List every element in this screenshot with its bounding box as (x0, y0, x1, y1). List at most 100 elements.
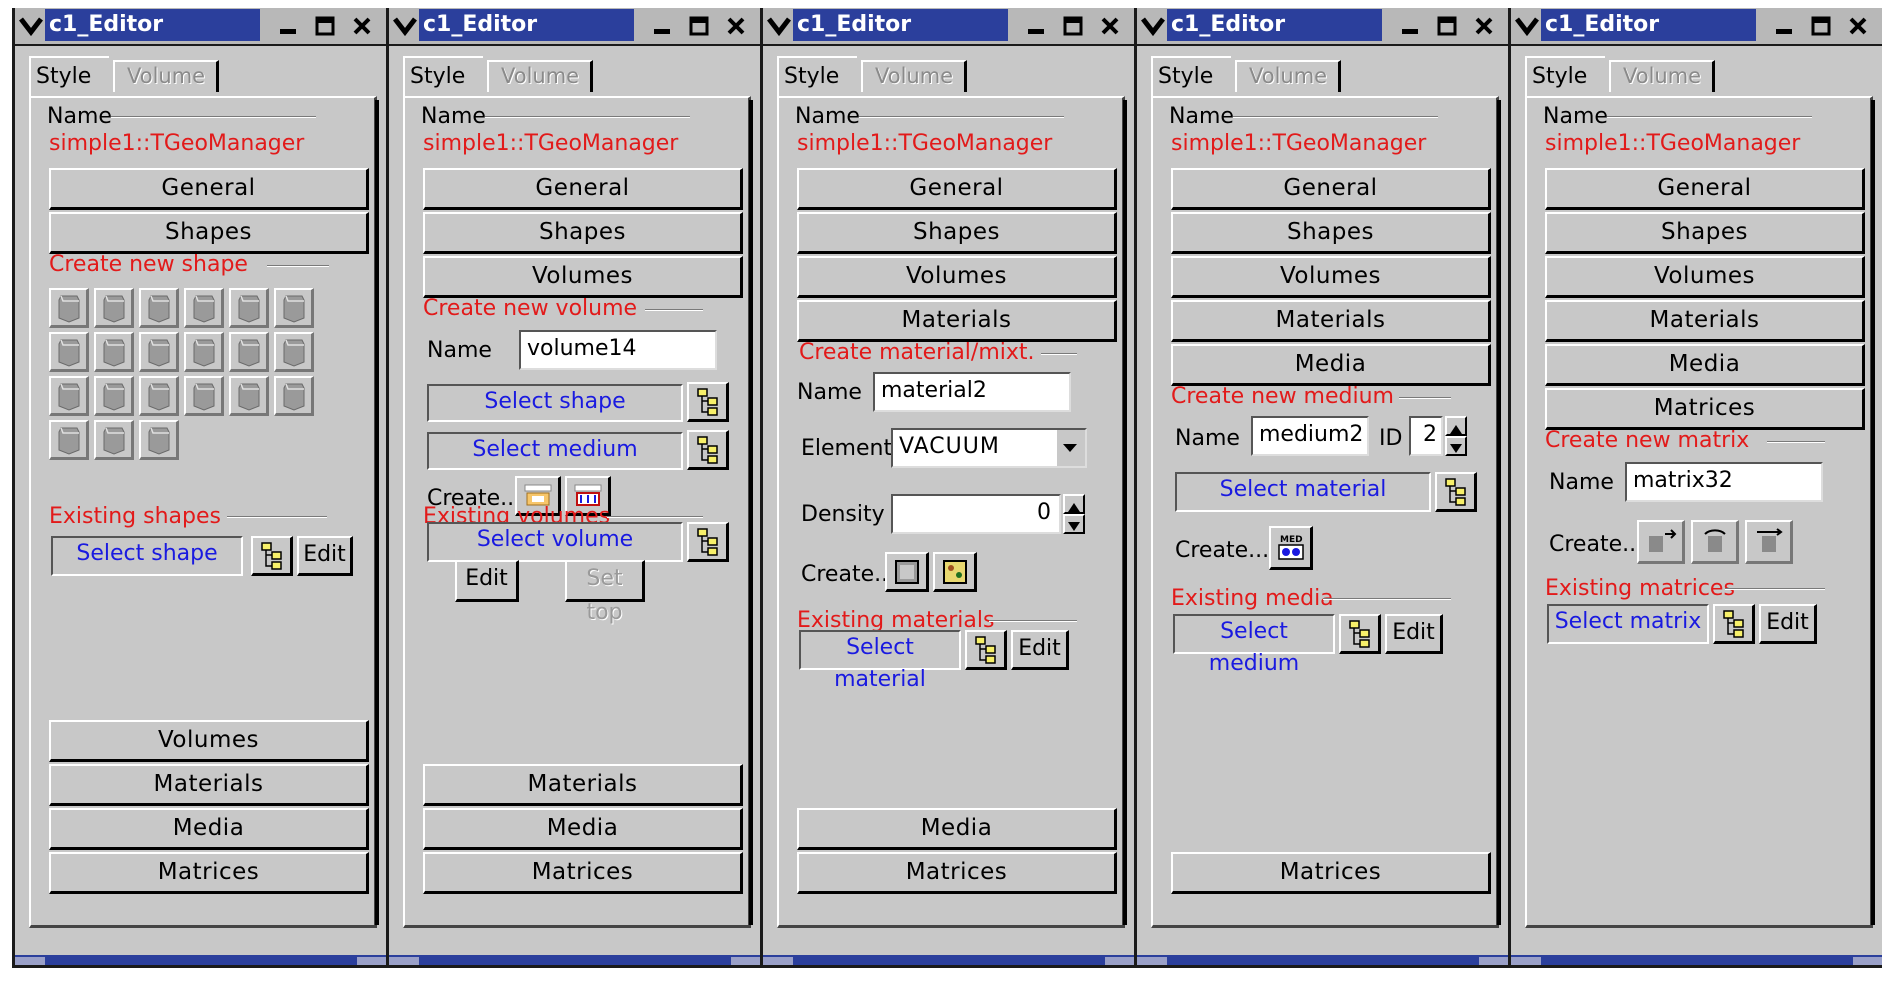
maximize-icon[interactable] (1057, 11, 1089, 41)
eltu-shape-icon[interactable] (139, 376, 179, 416)
select-volume-button[interactable]: Select volume (427, 522, 683, 562)
shapes-button[interactable]: Shapes (1171, 212, 1491, 254)
select-shape-button[interactable]: Select shape (427, 384, 683, 422)
tab-volume[interactable]: Volume (487, 60, 593, 92)
shapes-button[interactable]: Shapes (797, 212, 1117, 254)
id-decrement-icon[interactable] (1445, 436, 1467, 456)
cone-shape-icon[interactable] (139, 288, 179, 328)
shapes-button[interactable]: Shapes (423, 212, 743, 254)
window-menu-chevron-icon[interactable] (1141, 14, 1165, 38)
general-button[interactable]: General (1171, 168, 1491, 210)
coneseg-shape-icon[interactable] (229, 288, 269, 328)
volumes-button[interactable]: Volumes (797, 256, 1117, 298)
matrices-button[interactable]: Matrices (797, 852, 1117, 894)
select-matrix-button[interactable]: Select matrix (1547, 604, 1709, 644)
shape-browser-tree-icon[interactable] (687, 382, 729, 422)
select-material-button[interactable]: Select material (799, 630, 961, 692)
volumes-button[interactable]: Volumes (423, 256, 743, 298)
volumes-button[interactable]: Volumes (1545, 256, 1865, 298)
close-icon[interactable] (1094, 11, 1126, 41)
media-button[interactable]: Media (49, 808, 369, 850)
para-shape-icon[interactable] (94, 288, 134, 328)
element-select[interactable]: VACUUM (891, 428, 1087, 468)
shape-browser-tree-icon[interactable] (251, 536, 293, 576)
close-icon[interactable] (1842, 11, 1874, 41)
medium-browser-tree-icon[interactable] (687, 430, 729, 470)
gtra-shape-icon[interactable] (184, 376, 224, 416)
volumes-button[interactable]: Volumes (1171, 256, 1491, 298)
general-button[interactable]: General (49, 168, 369, 210)
tab-style[interactable]: Style (403, 56, 483, 98)
minimize-icon[interactable] (1020, 11, 1052, 41)
window-menu-chevron-icon[interactable] (767, 14, 791, 38)
edit-volume-button[interactable]: Edit (455, 560, 519, 602)
create-combi-transformation-icon[interactable] (1745, 520, 1793, 564)
close-icon[interactable] (1468, 11, 1500, 41)
composite-shape-icon[interactable] (49, 420, 89, 460)
materials-button[interactable]: Materials (797, 300, 1117, 342)
ctub-shape-icon[interactable] (139, 332, 179, 372)
create-rotation-icon[interactable] (1691, 520, 1739, 564)
hype-shape-icon[interactable] (229, 376, 269, 416)
minimize-icon[interactable] (1768, 11, 1800, 41)
window-menu-chevron-icon[interactable] (1515, 14, 1539, 38)
select-medium-button[interactable]: Select medium (1173, 614, 1335, 676)
select-medium-button[interactable]: Select medium (427, 432, 683, 470)
materials-button[interactable]: Materials (423, 764, 743, 806)
medium-browser-tree-icon[interactable] (1339, 614, 1381, 654)
volume-browser-tree-icon[interactable] (687, 522, 729, 562)
medium-name-input[interactable]: medium2 (1251, 416, 1369, 456)
matrix-browser-tree-icon[interactable] (1713, 604, 1755, 644)
material-browser-tree-icon[interactable] (1435, 472, 1477, 512)
sphere-shape-icon[interactable] (229, 332, 269, 372)
trd1-shape-icon[interactable] (94, 332, 134, 372)
tab-volume[interactable]: Volume (1609, 60, 1715, 92)
id-increment-icon[interactable] (1445, 416, 1467, 436)
minimize-icon[interactable] (646, 11, 678, 41)
arb8-shape-icon[interactable] (274, 332, 314, 372)
window-menu-chevron-icon[interactable] (393, 14, 417, 38)
select-shape-button[interactable]: Select shape (51, 536, 243, 576)
general-button[interactable]: General (1545, 168, 1865, 210)
close-icon[interactable] (346, 11, 378, 41)
tab-style[interactable]: Style (29, 56, 109, 98)
media-button[interactable]: Media (797, 808, 1117, 850)
close-icon[interactable] (720, 11, 752, 41)
medium-id-input[interactable]: 2 (1409, 416, 1443, 456)
material-browser-tree-icon[interactable] (965, 630, 1007, 670)
box-shape-icon[interactable] (94, 420, 134, 460)
density-increment-icon[interactable] (1063, 494, 1085, 514)
density-decrement-icon[interactable] (1063, 514, 1085, 534)
create-material-icon[interactable] (885, 552, 929, 592)
volume-name-input[interactable]: volume14 (519, 330, 717, 370)
tab-style[interactable]: Style (1151, 56, 1231, 98)
matrices-button[interactable]: Matrices (1545, 388, 1865, 430)
create-medium-icon[interactable]: MED (1269, 526, 1313, 570)
maximize-icon[interactable] (309, 11, 341, 41)
edit-matrix-button[interactable]: Edit (1759, 604, 1817, 644)
tube-shape-icon[interactable] (49, 288, 89, 328)
xtru-shape-icon[interactable] (274, 376, 314, 416)
select-material-button[interactable]: Select material (1175, 472, 1431, 512)
general-button[interactable]: General (423, 168, 743, 210)
torus-shape-icon[interactable] (49, 376, 89, 416)
create-mixture-icon[interactable] (933, 552, 977, 592)
set-top-button[interactable]: Set top (565, 560, 645, 625)
media-button[interactable]: Media (1171, 344, 1491, 386)
chevron-down-icon[interactable] (1055, 430, 1085, 466)
maximize-icon[interactable] (1431, 11, 1463, 41)
volumes-button[interactable]: Volumes (49, 720, 369, 762)
matrices-button[interactable]: Matrices (423, 852, 743, 894)
tab-style[interactable]: Style (1525, 56, 1605, 98)
tab-volume[interactable]: Volume (113, 60, 219, 92)
paraboloid-shape-icon[interactable] (139, 420, 179, 460)
materials-button[interactable]: Materials (1171, 300, 1491, 342)
window-menu-chevron-icon[interactable] (19, 14, 43, 38)
density-input[interactable]: 0 (891, 494, 1061, 534)
materials-button[interactable]: Materials (49, 764, 369, 806)
shapes-button[interactable]: Shapes (1545, 212, 1865, 254)
trd2-shape-icon[interactable] (184, 332, 224, 372)
general-button[interactable]: General (797, 168, 1117, 210)
shapes-button[interactable]: Shapes (49, 212, 369, 254)
material-name-input[interactable]: material2 (873, 372, 1071, 412)
